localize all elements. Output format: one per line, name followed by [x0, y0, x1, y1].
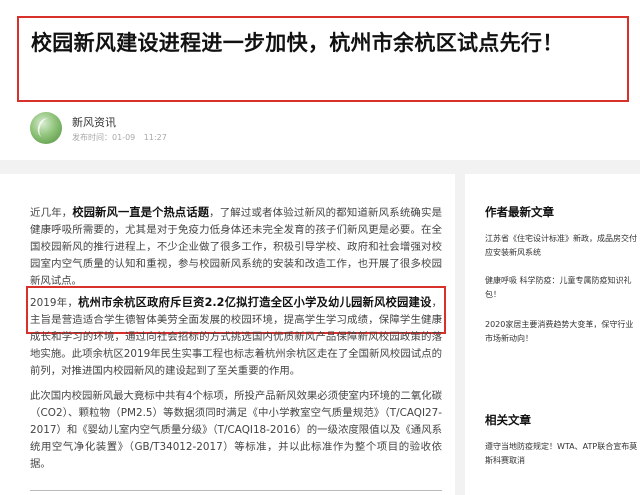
author-articles-section: 作者最新文章 江苏省《住宅设计标准》新政，成品房交付应安装新风系统 健康呼吸 科… — [485, 204, 640, 346]
paragraph-2-emphasis: 杭州市余杭区政府斥巨资2.2亿拟打造全区小学及幼儿园新风校园建设 — [78, 296, 432, 309]
section-divider — [0, 160, 640, 174]
publish-time: 11:27 — [143, 133, 167, 142]
publish-meta: 发布时间：01-09 11:27 — [72, 132, 173, 143]
related-articles-title: 相关文章 — [485, 413, 531, 427]
author-articles-title: 作者最新文章 — [485, 205, 554, 219]
author-article-link[interactable]: 2020家居主要消费趋势大变革，保守行业市场新动向！ — [485, 318, 640, 346]
author-article-link[interactable]: 江苏省《住宅设计标准》新政，成品房交付应安装新风系统 — [485, 232, 640, 260]
author-article-link[interactable]: 健康呼吸 科学防疫：儿童专属防疫知识礼包！ — [485, 274, 640, 302]
paragraph-1-emphasis: 校园新风一直是个热点话题 — [72, 206, 210, 219]
paragraph-3: 此次国内校园新风最大竟标中共有4个标项，所投产品新风效果必须使室内环境的二氧化碳… — [30, 390, 442, 470]
embedded-content-edge — [30, 490, 442, 494]
related-articles-section: 相关文章 遵守当地防疫规定！WTA、ATP联合宣布莫斯科赛取消 — [485, 412, 640, 468]
sidebar: 作者最新文章 江苏省《住宅设计标准》新政，成品房交付应安装新风系统 健康呼吸 科… — [455, 174, 640, 495]
publish-date: 发布时间：01-09 — [72, 133, 136, 142]
author-avatar[interactable] — [30, 112, 62, 144]
paragraph-1: 近几年，校园新风一直是个热点话题，了解过或者体验过新风的都知道新风系统确实是健康… — [30, 206, 443, 287]
article-title: 校园新风建设进程进一步加快，杭州市余杭区试点先行！ — [31, 31, 564, 55]
paragraph-2: 2019年，杭州市余杭区政府斥巨资2.2亿拟打造全区小学及幼儿园新风校园建设，主… — [30, 296, 442, 377]
title-highlight-box: 校园新风建设进程进一步加快，杭州市余杭区试点先行！ — [17, 16, 629, 102]
article-header: 校园新风建设进程进一步加快，杭州市余杭区试点先行！ 新风资讯 发布时间：01-0… — [0, 0, 640, 160]
author-name[interactable]: 新风资讯 — [72, 114, 116, 130]
related-article-link[interactable]: 遵守当地防疫规定！WTA、ATP联合宣布莫斯科赛取消 — [485, 440, 640, 468]
